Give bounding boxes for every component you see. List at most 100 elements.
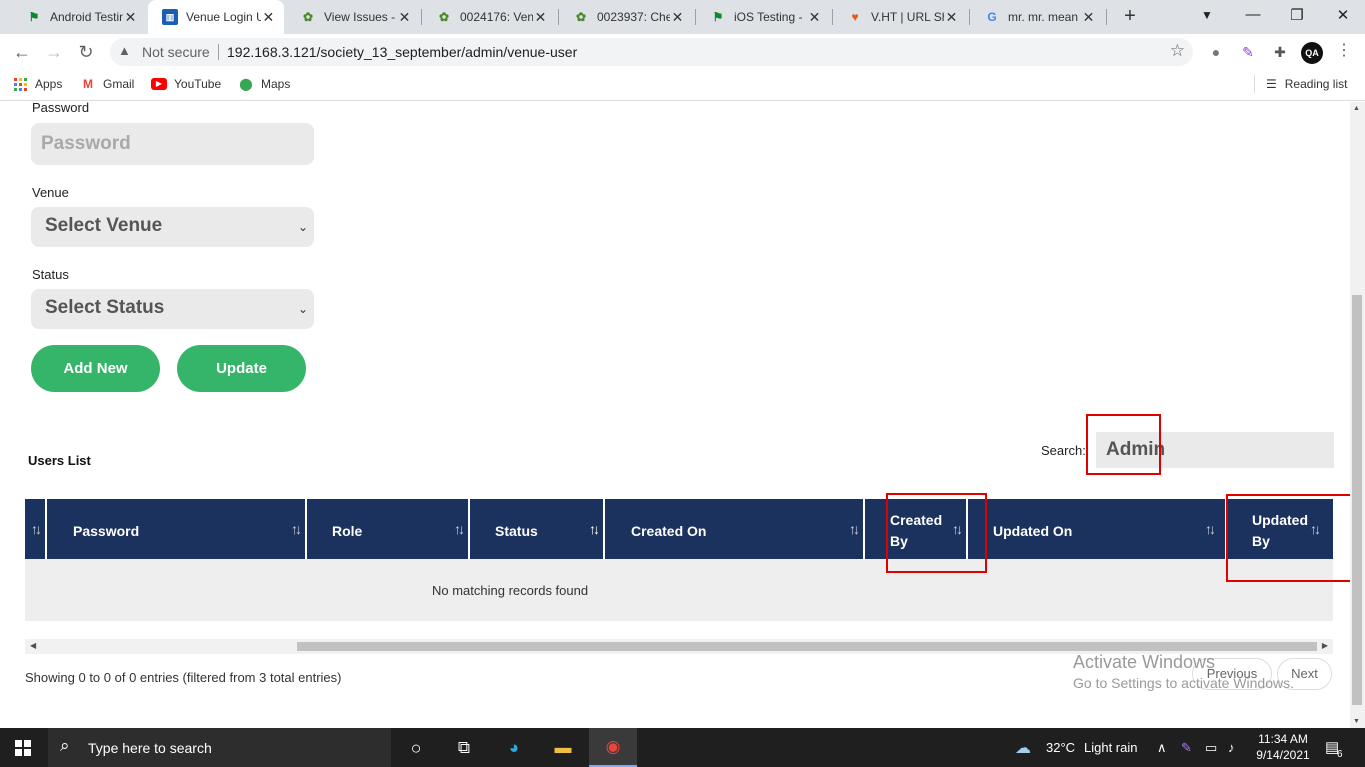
column-divider xyxy=(603,499,605,559)
bug-icon: ✿ xyxy=(575,10,587,24)
reading-list[interactable]: ☰ Reading list xyxy=(1254,75,1347,93)
tab-issue-0024176[interactable]: ✿ 0024176: Ven ✕ xyxy=(422,0,556,34)
more-menu-icon[interactable]: ⋮ xyxy=(1336,40,1352,60)
column-header-cut[interactable]: ↑↓ xyxy=(25,499,45,559)
warning-triangle-icon[interactable]: ▲ xyxy=(118,43,131,58)
search-label: Search: xyxy=(1041,443,1086,458)
horizontal-scroll-thumb[interactable] xyxy=(297,642,1317,651)
close-icon[interactable]: ✕ xyxy=(1081,9,1096,26)
highlight-box-updated-by xyxy=(1226,494,1350,582)
notification-count: 6 xyxy=(1337,749,1343,760)
tab-issue-0023937[interactable]: ✿ 0023937: Che ✕ xyxy=(559,0,693,34)
not-secure-label[interactable]: Not secure xyxy=(142,44,210,60)
browser-tab-strip: ⚑ Android Testin ✕ ▥ Venue Login U ✕ ✿ V… xyxy=(0,0,1365,34)
new-tab-plus-icon[interactable]: + xyxy=(1119,5,1141,28)
taskbar-search-box[interactable]: ⌕ Type here to search xyxy=(48,728,391,767)
tab-search-icon[interactable]: ▼ xyxy=(1197,8,1217,22)
tab-divider xyxy=(558,9,559,25)
show-hidden-icons-chevron-icon[interactable]: ∧ xyxy=(1157,740,1167,756)
cortana-circle-icon[interactable]: ○ xyxy=(404,736,428,760)
sort-arrows-icon: ↑↓ xyxy=(589,521,600,537)
chevron-down-icon: ⌄ xyxy=(297,302,308,316)
feather-tray-icon[interactable]: ✎ xyxy=(1181,740,1192,756)
status-select[interactable]: Select Status ⌄ xyxy=(31,289,314,329)
table-header: ↑↓ Password ↑↓ Role ↑↓ Status ↑↓ Created… xyxy=(25,499,1333,559)
scroll-up-arrow-icon[interactable]: ▲ xyxy=(1353,105,1360,112)
close-icon[interactable]: ✕ xyxy=(397,9,412,26)
column-header-password[interactable]: Password ↑↓ xyxy=(73,499,305,559)
update-button[interactable]: Update xyxy=(177,345,306,392)
tab-venue-login[interactable]: ▥ Venue Login U ✕ xyxy=(148,0,284,34)
window-close-icon[interactable]: ✕ xyxy=(1333,6,1353,24)
task-view-icon[interactable]: ⧉ xyxy=(452,736,476,760)
tab-android-testing[interactable]: ⚑ Android Testin ✕ xyxy=(12,0,146,34)
close-icon[interactable]: ✕ xyxy=(944,9,959,26)
network-icon[interactable]: ▭ xyxy=(1205,740,1217,756)
system-clock[interactable]: 11:34 AM 9/14/2021 xyxy=(1256,731,1310,763)
close-icon[interactable]: ✕ xyxy=(807,9,822,26)
table-row: No matching records found xyxy=(25,559,1333,621)
minimize-icon[interactable]: — xyxy=(1243,6,1263,23)
windows-start-icon[interactable] xyxy=(15,740,31,756)
bookmark-apps[interactable]: Apps xyxy=(14,77,62,91)
scroll-right-arrow-icon[interactable]: ▶ xyxy=(1322,641,1328,650)
google-icon: G xyxy=(987,10,997,24)
vertical-scrollbar[interactable]: ▲ ▼ xyxy=(1350,102,1365,728)
scroll-down-arrow-icon[interactable]: ▼ xyxy=(1353,718,1360,725)
tab-divider xyxy=(969,9,970,25)
weather-cloud-icon[interactable]: ☁ xyxy=(1015,738,1031,758)
file-explorer-icon[interactable]: ▬ xyxy=(551,736,575,760)
column-header-role[interactable]: Role ↑↓ xyxy=(332,499,468,559)
extensions-puzzle-icon[interactable]: ✚ xyxy=(1270,42,1290,62)
sort-arrows-icon: ↑↓ xyxy=(291,521,302,537)
bookmark-maps[interactable]: ⬤ Maps xyxy=(238,77,290,91)
tab-divider xyxy=(832,9,833,25)
vertical-scroll-thumb[interactable] xyxy=(1352,295,1362,705)
column-divider xyxy=(468,499,470,559)
close-icon[interactable]: ✕ xyxy=(670,9,685,26)
column-header-created-on[interactable]: Created On ↑↓ xyxy=(631,499,863,559)
bug-icon: ✿ xyxy=(438,10,450,24)
green-flag-icon: ⚑ xyxy=(28,10,40,24)
weather-temperature[interactable]: 32°C xyxy=(1046,740,1075,755)
empty-table-message: No matching records found xyxy=(432,583,589,598)
close-icon[interactable]: ✕ xyxy=(123,9,138,26)
column-divider xyxy=(45,499,47,559)
forward-arrow-icon[interactable]: → xyxy=(42,40,66,64)
weather-condition[interactable]: Light rain xyxy=(1084,740,1137,755)
address-bar[interactable]: ▲ Not secure 192.168.3.121/society_13_se… xyxy=(110,38,1193,66)
edge-browser-icon[interactable]: ◕ xyxy=(502,736,526,760)
feather-extension-icon[interactable]: ✎ xyxy=(1238,42,1258,62)
bookmark-youtube[interactable]: ▶ YouTube xyxy=(151,77,221,91)
profile-avatar[interactable]: QA xyxy=(1301,42,1323,64)
tab-view-issues[interactable]: ✿ View Issues - ✕ xyxy=(286,0,420,34)
bug-icon: ✿ xyxy=(302,10,314,24)
tab-google-search[interactable]: G mr. mr. mean ✕ xyxy=(970,0,1104,34)
scroll-left-arrow-icon[interactable]: ◀ xyxy=(30,641,36,650)
reading-list-icon: ☰ xyxy=(1266,77,1277,91)
tab-divider xyxy=(695,9,696,25)
url-text[interactable]: 192.168.3.121/society_13_september/admin… xyxy=(227,44,577,60)
bookmark-star-icon[interactable]: ☆ xyxy=(1170,41,1185,61)
venue-select[interactable]: Select Venue ⌄ xyxy=(31,207,314,247)
close-icon[interactable]: ✕ xyxy=(533,9,548,26)
column-divider xyxy=(305,499,307,559)
activate-windows-watermark: Activate Windows Go to Settings to activ… xyxy=(1073,652,1294,691)
column-header-updated-on[interactable]: Updated On ↑↓ xyxy=(993,499,1219,559)
column-header-status[interactable]: Status ↑↓ xyxy=(495,499,603,559)
tab-divider xyxy=(421,9,422,25)
add-new-button[interactable]: Add New xyxy=(31,345,160,392)
reload-icon[interactable]: ↻ xyxy=(74,40,98,64)
tab-ios-testing[interactable]: ⚑ iOS Testing - ✕ xyxy=(696,0,830,34)
page-content: Password Password Venue Select Venue ⌄ S… xyxy=(0,102,1350,728)
back-arrow-icon[interactable]: ← xyxy=(10,40,34,64)
tab-vht-url[interactable]: ♥ V.HT | URL Sh ✕ xyxy=(833,0,967,34)
venue-app-icon: ▥ xyxy=(162,9,178,25)
bookmark-gmail[interactable]: M Gmail xyxy=(80,77,134,91)
close-icon[interactable]: ✕ xyxy=(261,9,276,26)
extension-circle-icon[interactable]: ● xyxy=(1206,42,1226,62)
restore-icon[interactable]: ❐ xyxy=(1287,6,1307,24)
password-field[interactable]: Password xyxy=(31,123,314,165)
volume-icon[interactable]: ♪ xyxy=(1228,740,1235,755)
chrome-taskbar-button[interactable]: ◉ xyxy=(589,728,637,767)
